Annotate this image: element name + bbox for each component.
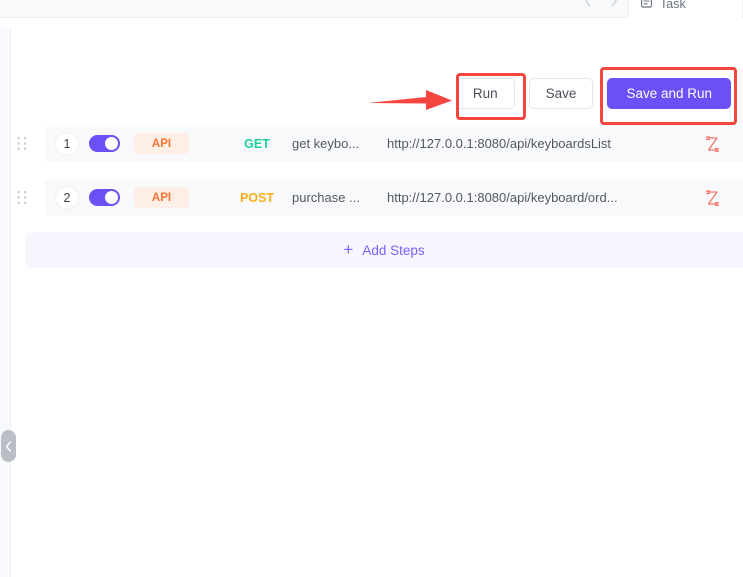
step-enable-toggle[interactable]	[89, 135, 120, 152]
plus-icon: +	[343, 240, 354, 259]
step-name: purchase ...	[292, 190, 360, 205]
step-row-body[interactable]: 1 API GET get keybo... http://127.0.0.1:…	[45, 125, 743, 162]
step-method: POST	[239, 190, 275, 205]
steps-list: 1 API GET get keybo... http://127.0.0.1:…	[0, 125, 743, 233]
toggle-knob	[105, 137, 118, 150]
table-row[interactable]: 2 API POST purchase ... http://127.0.0.1…	[0, 179, 743, 216]
tab-nav-back-button[interactable]	[576, 0, 600, 17]
action-button-group: Run Save Save and Run	[455, 78, 731, 109]
task-editor-page: Task Run Save Save and Run 1 API GET get…	[0, 0, 743, 577]
document-icon	[640, 0, 653, 13]
annotation-arrow	[368, 88, 454, 112]
tab-strip-inner: Task	[576, 0, 743, 18]
step-index: 1	[55, 131, 79, 156]
add-steps-label: Add Steps	[362, 242, 425, 258]
drag-handle-icon[interactable]	[0, 136, 45, 152]
tab-nav-forward-button[interactable]	[602, 0, 626, 17]
step-index: 2	[55, 185, 79, 210]
add-steps-button[interactable]: + Add Steps	[25, 232, 743, 268]
sidebar-rail	[0, 27, 11, 577]
step-name: get keybo...	[292, 136, 360, 151]
table-row[interactable]: 1 API GET get keybo... http://127.0.0.1:…	[0, 125, 743, 162]
sidebar-collapse-handle[interactable]	[1, 430, 16, 462]
chevron-left-icon	[5, 440, 12, 452]
step-method: GET	[244, 136, 270, 151]
save-and-run-button[interactable]: Save and Run	[607, 78, 731, 109]
run-step-icon[interactable]	[703, 189, 721, 207]
drag-handle-icon[interactable]	[0, 190, 45, 206]
step-url: http://127.0.0.1:8080/api/keyboardsList	[387, 136, 612, 151]
chevron-left-icon	[584, 0, 592, 12]
run-button[interactable]: Run	[455, 78, 515, 109]
tab-task-label: Task	[660, 0, 686, 11]
save-button[interactable]: Save	[528, 78, 594, 109]
top-tab-strip: Task	[0, 0, 743, 18]
toggle-knob	[105, 191, 118, 204]
step-row-body[interactable]: 2 API POST purchase ... http://127.0.0.1…	[45, 179, 743, 216]
step-type-badge: API	[134, 187, 189, 208]
chevron-right-icon	[610, 0, 618, 12]
tab-task[interactable]: Task	[628, 0, 743, 18]
step-enable-toggle[interactable]	[89, 189, 120, 206]
run-step-icon[interactable]	[703, 135, 721, 153]
step-type-badge: API	[134, 133, 189, 154]
step-url: http://127.0.0.1:8080/api/keyboard/ord..…	[387, 190, 618, 205]
